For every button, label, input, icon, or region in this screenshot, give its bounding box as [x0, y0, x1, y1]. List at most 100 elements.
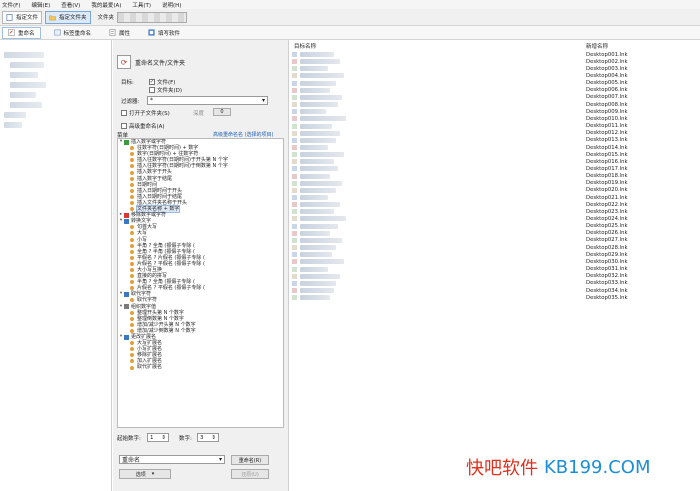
specify-file-button[interactable]: 指定文件: [2, 10, 43, 24]
menu-favorites[interactable]: 我的最爱(A): [91, 1, 121, 9]
folder-node-blurred[interactable]: [10, 72, 38, 78]
filter-select[interactable]: * ▾: [147, 96, 268, 105]
target-folder-checkbox[interactable]: [149, 87, 155, 93]
options-button[interactable]: 选项 ▾: [119, 469, 171, 479]
action-bullet-icon: [130, 353, 134, 358]
digits-label: 数字:: [179, 436, 192, 442]
depth-field[interactable]: 0: [213, 108, 231, 116]
column-new-name[interactable]: 新增名称: [586, 42, 608, 50]
table-row[interactable]: Desktop018.lnk: [290, 173, 700, 180]
table-row[interactable]: Desktop035.lnk: [290, 294, 700, 301]
table-row[interactable]: Desktop004.lnk: [290, 72, 700, 79]
table-row[interactable]: Desktop015.lnk: [290, 151, 700, 158]
folder-node-blurred[interactable]: [4, 112, 26, 118]
tab-fill-software[interactable]: 填写软件: [143, 27, 185, 39]
folder-node-blurred[interactable]: [10, 92, 36, 98]
table-row[interactable]: Desktop034.lnk: [290, 287, 700, 294]
menu-help[interactable]: 说明(H): [162, 1, 181, 9]
menu-tools[interactable]: 工具(T): [132, 1, 151, 9]
depth-label: 深度: [193, 111, 205, 117]
include-subfolders-checkbox[interactable]: [121, 110, 127, 116]
folder-node-blurred[interactable]: [4, 52, 44, 58]
table-row[interactable]: Desktop024.lnk: [290, 215, 700, 222]
table-row[interactable]: Desktop011.lnk: [290, 123, 700, 130]
advanced-rename-option[interactable]: 高级重命名(A): [121, 122, 165, 130]
table-row[interactable]: Desktop017.lnk: [290, 165, 700, 172]
table-row[interactable]: Desktop027.lnk: [290, 237, 700, 244]
table-row[interactable]: Desktop008.lnk: [290, 101, 700, 108]
table-row[interactable]: Desktop026.lnk: [290, 230, 700, 237]
advanced-rename-checkbox[interactable]: [121, 123, 127, 129]
table-row[interactable]: Desktop033.lnk: [290, 280, 700, 287]
category-icon: [124, 334, 129, 340]
table-row[interactable]: Desktop016.lnk: [290, 158, 700, 165]
column-target-name[interactable]: 目标名称: [294, 42, 316, 50]
target-name-blurred: [300, 102, 338, 108]
file-icon: [292, 109, 297, 115]
target-folder-option[interactable]: 文件夹(D): [149, 86, 182, 94]
specify-folder-button[interactable]: 指定文件夹: [45, 10, 91, 24]
folder-node-blurred[interactable]: [4, 122, 22, 128]
table-row[interactable]: Desktop028.lnk: [290, 244, 700, 251]
folder-node-blurred[interactable]: [10, 102, 42, 108]
new-name-cell: Desktop014.lnk: [586, 144, 628, 151]
tab-tag-rename[interactable]: 标签重命名: [49, 27, 97, 39]
undo-button[interactable]: 还原(U): [231, 469, 269, 479]
table-row[interactable]: Desktop010.lnk: [290, 115, 700, 122]
table-row[interactable]: Desktop031.lnk: [290, 266, 700, 273]
target-file-checkbox[interactable]: ✓: [149, 79, 155, 85]
new-name-cell: Desktop026.lnk: [586, 230, 628, 237]
include-subfolders-option[interactable]: 打开子文件夹(S): [121, 109, 170, 117]
table-row[interactable]: Desktop012.lnk: [290, 130, 700, 137]
tab-rename[interactable]: 重命名: [2, 26, 41, 39]
table-row[interactable]: Desktop013.lnk: [290, 137, 700, 144]
spinner-icon[interactable]: ⇕: [161, 435, 166, 441]
tree-action-item[interactable]: 取代扩展名: [118, 364, 283, 370]
table-row[interactable]: Desktop032.lnk: [290, 273, 700, 280]
table-row[interactable]: Desktop030.lnk: [290, 258, 700, 265]
file-icon: [292, 59, 297, 65]
advanced-rename-link[interactable]: 高级重命名名 (选择的项目): [213, 131, 274, 138]
folder-node-blurred[interactable]: [10, 82, 46, 88]
table-row[interactable]: Desktop001.lnk: [290, 51, 700, 58]
table-row[interactable]: Desktop029.lnk: [290, 251, 700, 258]
table-row[interactable]: Desktop014.lnk: [290, 144, 700, 151]
menu-file[interactable]: 文件(F): [2, 1, 20, 9]
filter-value: *: [150, 97, 153, 104]
new-name-cell: Desktop019.lnk: [586, 180, 628, 187]
table-row[interactable]: Desktop005.lnk: [290, 80, 700, 87]
digits-field[interactable]: 3 ⇕: [197, 433, 219, 442]
target-file-option[interactable]: ✓ 文件(F): [149, 78, 175, 86]
table-row[interactable]: Desktop006.lnk: [290, 87, 700, 94]
advanced-rename-label: 高级重命名(A): [129, 124, 165, 130]
table-row[interactable]: Desktop020.lnk: [290, 187, 700, 194]
table-row[interactable]: Desktop002.lnk: [290, 58, 700, 65]
table-row[interactable]: Desktop003.lnk: [290, 65, 700, 72]
tab-attributes[interactable]: 属性: [104, 27, 135, 39]
folder-tree-pane[interactable]: [0, 40, 112, 491]
action-select-value: 重命名: [122, 457, 141, 464]
menu-edit[interactable]: 编辑(E): [31, 1, 50, 9]
table-row[interactable]: Desktop023.lnk: [290, 208, 700, 215]
table-row[interactable]: Desktop022.lnk: [290, 201, 700, 208]
action-bullet-icon: [130, 298, 134, 303]
file-icon: [292, 166, 297, 172]
target-name-blurred: [300, 245, 336, 251]
rename-action-tree[interactable]: ▾ 插入数字或字符 往数字符(日期时间) + 数字 数字(日期时间) + 往数字符 插入…: [117, 138, 284, 428]
folder-path-field[interactable]: [117, 11, 188, 23]
target-name-blurred: [300, 80, 336, 86]
start-number-field[interactable]: 1 ⇕: [147, 433, 169, 442]
action-select[interactable]: 重命名 ▾: [119, 455, 225, 464]
menu-view[interactable]: 查看(V): [61, 1, 80, 9]
specify-file-label: 指定文件: [16, 15, 39, 21]
target-name-blurred: [300, 259, 344, 265]
table-row[interactable]: Desktop025.lnk: [290, 223, 700, 230]
new-name-cell: Desktop012.lnk: [586, 130, 628, 137]
rename-button[interactable]: 重命名(R): [231, 455, 269, 465]
folder-node-blurred[interactable]: [10, 62, 44, 68]
table-row[interactable]: Desktop009.lnk: [290, 108, 700, 115]
table-row[interactable]: Desktop019.lnk: [290, 180, 700, 187]
table-row[interactable]: Desktop021.lnk: [290, 194, 700, 201]
table-row[interactable]: Desktop007.lnk: [290, 94, 700, 101]
spinner-icon[interactable]: ⇕: [211, 435, 216, 441]
